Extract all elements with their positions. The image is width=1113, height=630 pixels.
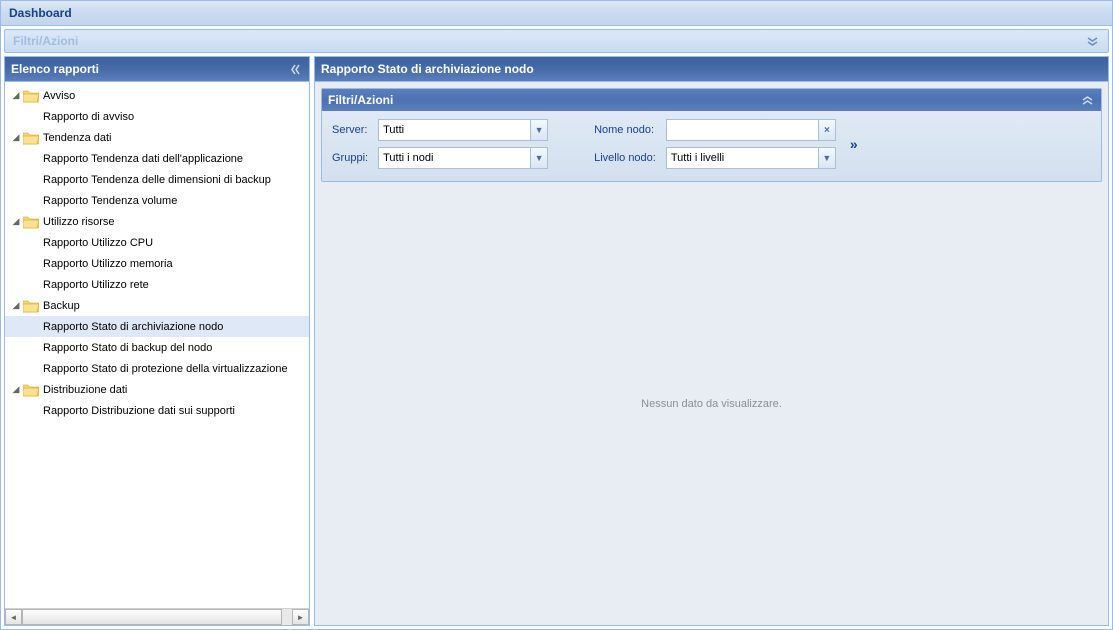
gruppi-combo[interactable]: ▼ (378, 147, 548, 169)
tree-toggle-icon[interactable]: ◢ (9, 132, 23, 143)
report-tree[interactable]: ◢ Avviso Rapporto di avviso ◢ Tendenza dati R… (5, 82, 309, 608)
nome-nodo-input[interactable] (666, 119, 818, 141)
collapse-up-icon[interactable] (1080, 93, 1095, 108)
folder-icon (23, 131, 39, 145)
tree-toggle-icon[interactable]: ◢ (9, 90, 23, 101)
left-panel-title: Elenco rapporti (11, 62, 99, 76)
tree-folder[interactable]: ◢ Backup (5, 295, 309, 316)
report-body: Nessun dato da visualizzare. (321, 188, 1102, 619)
tree-item-label: Rapporto Tendenza dati dell'applicazione (43, 153, 243, 165)
sub-filters-header: Filtri/Azioni (322, 89, 1101, 111)
clear-icon[interactable]: × (818, 119, 836, 141)
left-panel-header: Elenco rapporti (5, 57, 309, 82)
tree-item[interactable]: Rapporto Stato di archiviazione nodo (5, 316, 309, 337)
folder-icon (23, 89, 39, 103)
tree-item[interactable]: Rapporto Stato di backup del nodo (5, 337, 309, 358)
tree-item[interactable]: Rapporto Distribuzione dati sui supporti (5, 400, 309, 421)
tree-folder-label: Distribuzione dati (43, 384, 127, 396)
collapse-left-icon[interactable] (288, 62, 303, 77)
livello-nodo-label: Livello nodo: (594, 152, 656, 164)
tree-toggle-icon[interactable]: ◢ (9, 216, 23, 227)
expand-down-icon[interactable] (1084, 33, 1100, 49)
tree-folder[interactable]: ◢ Utilizzo risorse (5, 211, 309, 232)
tree-item[interactable]: Rapporto Utilizzo rete (5, 274, 309, 295)
nome-nodo-label: Nome nodo: (594, 124, 656, 136)
scroll-track[interactable] (22, 609, 292, 625)
right-panel: Rapporto Stato di archiviazione nodo Fil… (314, 56, 1109, 626)
sub-filters-body: Server: ▼ Nome nodo: × Gruppi: (322, 111, 1101, 181)
tree-item-label: Rapporto Utilizzo rete (43, 279, 149, 291)
tree-item[interactable]: Rapporto Tendenza dati dell'applicazione (5, 148, 309, 169)
horizontal-scrollbar[interactable]: ◄ ► (5, 608, 309, 625)
sub-filters-title: Filtri/Azioni (328, 93, 393, 107)
server-combo[interactable]: ▼ (378, 119, 548, 141)
tree-item[interactable]: Rapporto Utilizzo memoria (5, 253, 309, 274)
gruppi-label: Gruppi: (332, 152, 368, 164)
dashboard-title: Dashboard (9, 6, 72, 20)
tree-folder-label: Backup (43, 300, 80, 312)
gruppi-input[interactable] (378, 147, 530, 169)
nome-nodo-field[interactable]: × (666, 119, 836, 141)
server-input[interactable] (378, 119, 530, 141)
tree-item-label: Rapporto Stato di backup del nodo (43, 342, 212, 354)
tree-item-label: Rapporto Stato di protezione della virtu… (43, 363, 288, 375)
left-panel: Elenco rapporti ◢ Avviso Rapporto di avvis… (4, 56, 310, 626)
folder-icon (23, 383, 39, 397)
empty-message: Nessun dato da visualizzare. (641, 398, 782, 410)
folder-icon (23, 299, 39, 313)
tree-item[interactable]: Rapporto Stato di protezione della virtu… (5, 358, 309, 379)
right-panel-title: Rapporto Stato di archiviazione nodo (321, 62, 534, 76)
gruppi-trigger-icon[interactable]: ▼ (530, 147, 548, 169)
sub-filters-panel: Filtri/Azioni Server: ▼ Nome nodo: (321, 88, 1102, 182)
scroll-right-button[interactable]: ► (292, 609, 309, 625)
tree-item[interactable]: Rapporto Tendenza delle dimensioni di ba… (5, 169, 309, 190)
tree-item[interactable]: Rapporto di avviso (5, 106, 309, 127)
tree-item[interactable]: Rapporto Utilizzo CPU (5, 232, 309, 253)
tree-item-label: Rapporto Distribuzione dati sui supporti (43, 405, 235, 417)
tree-item[interactable]: Rapporto Tendenza volume (5, 190, 309, 211)
tree-item-label: Rapporto Tendenza delle dimensioni di ba… (43, 174, 271, 186)
tree-item-label: Rapporto Utilizzo CPU (43, 237, 153, 249)
dashboard-header: Dashboard (1, 1, 1112, 26)
tree-folder-label: Tendenza dati (43, 132, 112, 144)
right-panel-header: Rapporto Stato di archiviazione nodo (315, 57, 1108, 82)
folder-icon (23, 215, 39, 229)
tree-item-label: Rapporto Tendenza volume (43, 195, 177, 207)
tree-item-label: Rapporto Stato di archiviazione nodo (43, 321, 223, 333)
top-filters-bar[interactable]: Filtri/Azioni (4, 29, 1109, 53)
tree-item-label: Rapporto Utilizzo memoria (43, 258, 173, 270)
tree-folder[interactable]: ◢ Distribuzione dati (5, 379, 309, 400)
scroll-left-button[interactable]: ◄ (5, 609, 22, 625)
livello-nodo-input[interactable] (666, 147, 818, 169)
livello-nodo-combo[interactable]: ▼ (666, 147, 836, 169)
server-label: Server: (332, 124, 368, 136)
top-filters-title: Filtri/Azioni (13, 34, 78, 48)
apply-filter-button[interactable]: » (844, 136, 864, 152)
tree-item-label: Rapporto di avviso (43, 111, 134, 123)
livello-nodo-trigger-icon[interactable]: ▼ (818, 147, 836, 169)
server-trigger-icon[interactable]: ▼ (530, 119, 548, 141)
tree-toggle-icon[interactable]: ◢ (9, 384, 23, 395)
tree-folder[interactable]: ◢ Avviso (5, 85, 309, 106)
scroll-thumb[interactable] (22, 609, 282, 625)
tree-folder-label: Avviso (43, 90, 75, 102)
tree-folder-label: Utilizzo risorse (43, 216, 115, 228)
tree-toggle-icon[interactable]: ◢ (9, 300, 23, 311)
tree-folder[interactable]: ◢ Tendenza dati (5, 127, 309, 148)
